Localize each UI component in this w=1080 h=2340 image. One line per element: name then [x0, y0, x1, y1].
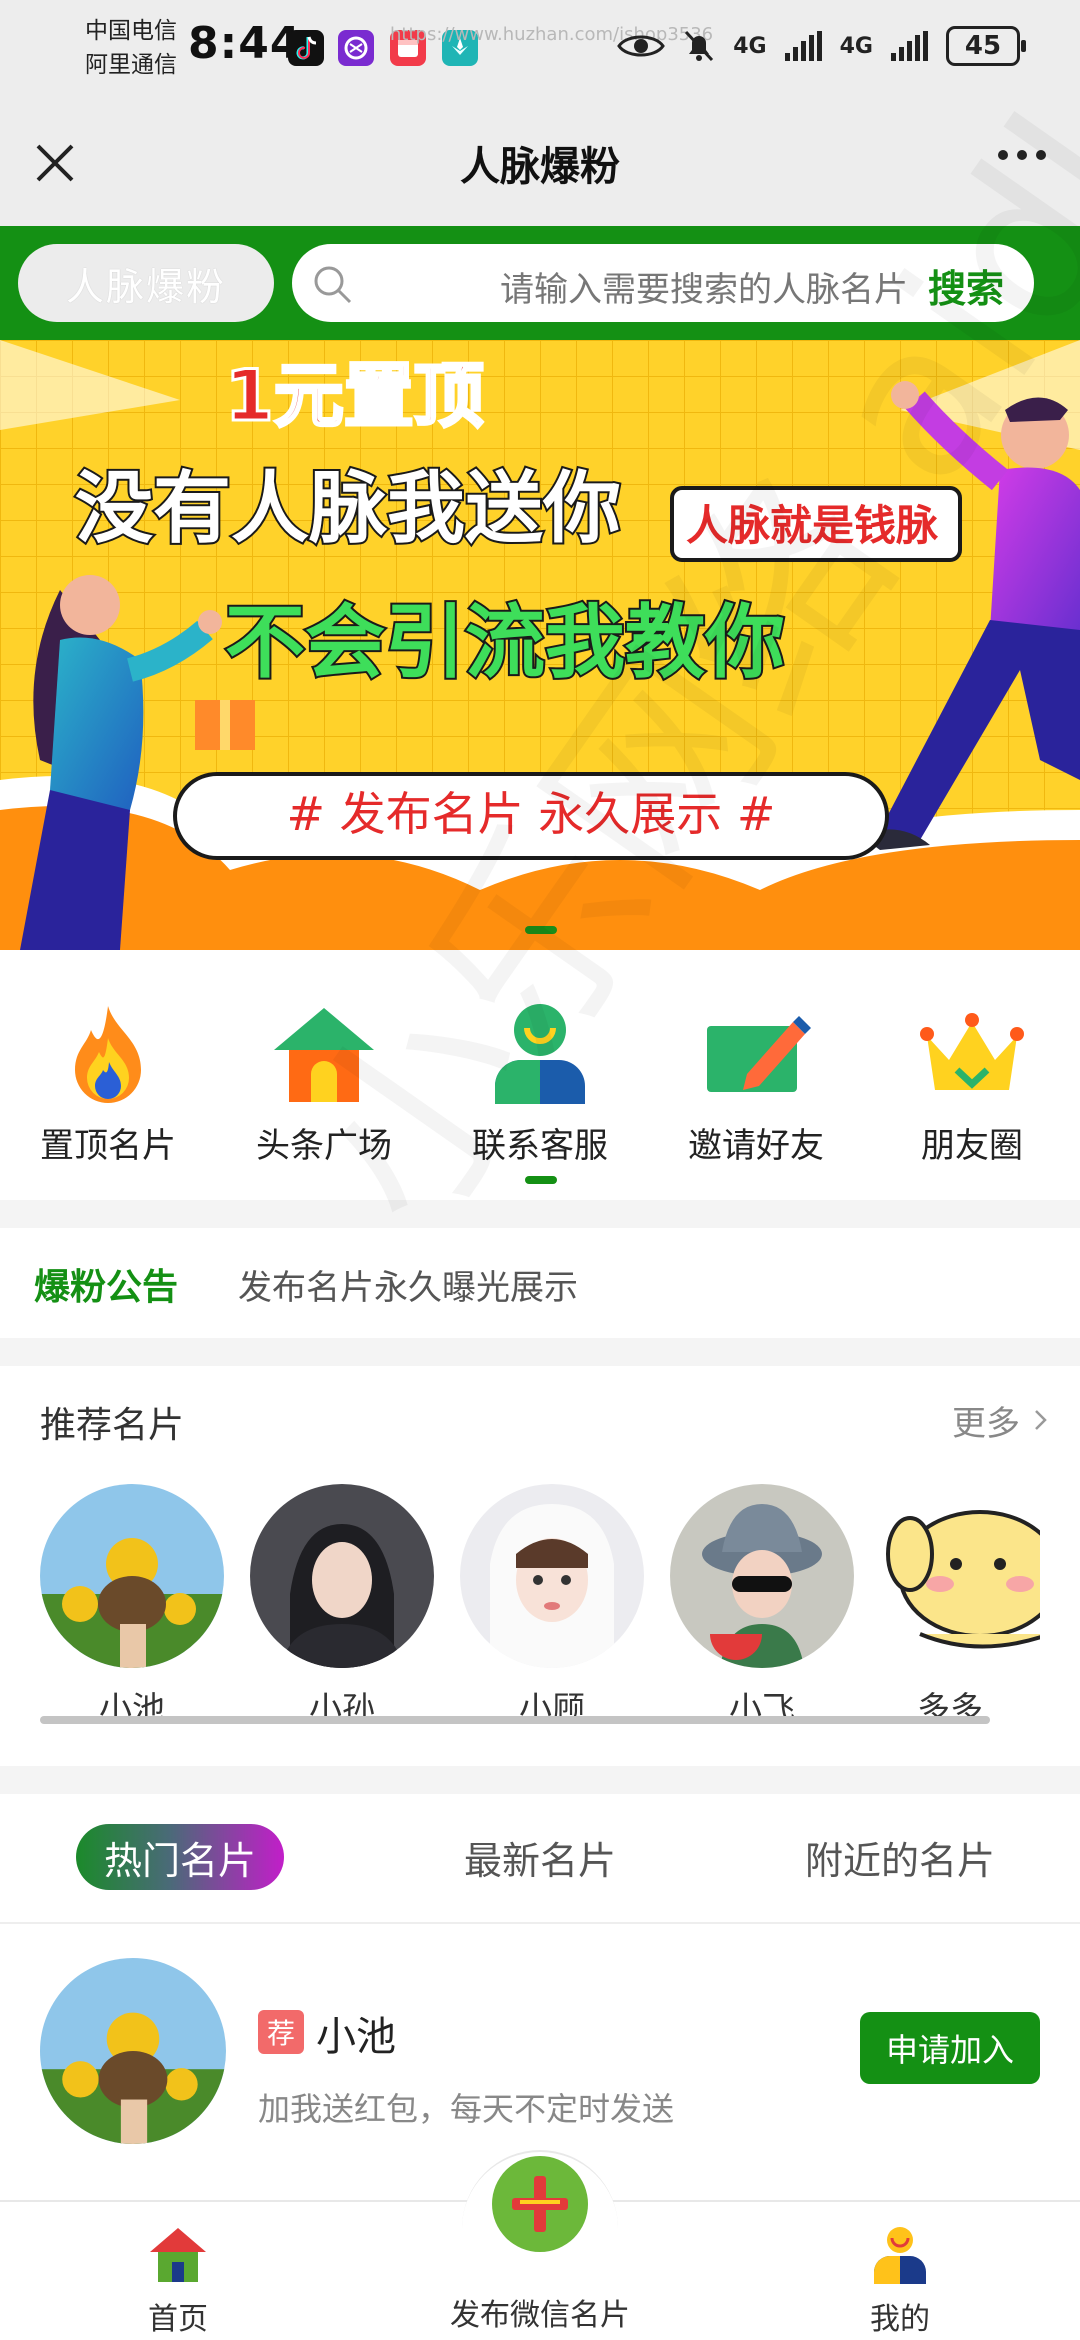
- status-icons: 4G 4G 45: [617, 26, 1026, 66]
- avatar: [880, 1484, 1040, 1668]
- service-icon: [495, 1004, 585, 1104]
- recommended-cards: 推荐名片 更多 小池 小孙 小顾 小飞 多多: [0, 1366, 1080, 1766]
- quick-label: 朋友圈: [921, 1126, 1023, 1166]
- eye-icon: [617, 35, 666, 57]
- banner-line-2: 不会引流我教你: [225, 596, 785, 689]
- quick-menu: 置顶名片 头条广场 联系客服 邀请好友 朋友圈: [0, 950, 1080, 1200]
- nav-bar: 人脉爆粉: [0, 100, 1080, 226]
- nav-publish-label[interactable]: 发布微信名片: [430, 2290, 650, 2334]
- chevron-right-icon[interactable]: [1028, 1408, 1052, 1432]
- recommended-card[interactable]: 小顾: [460, 1484, 644, 1730]
- more-icon[interactable]: [998, 150, 1046, 160]
- search-input[interactable]: 请输入需要搜索的人脉名片 搜索: [292, 244, 1034, 322]
- apply-join-button[interactable]: 申请加入: [860, 2012, 1040, 2084]
- banner-tag: 1元置顶: [225, 355, 484, 437]
- recommended-card[interactable]: 多多: [880, 1484, 1040, 1730]
- avatar: [670, 1484, 854, 1668]
- carrier-2: 阿里通信: [85, 52, 177, 78]
- quick-label: 置顶名片: [40, 1126, 176, 1166]
- user-icon: [874, 2227, 926, 2284]
- promo-banner[interactable]: 1元置顶 没有人脉我送你 人脉就是钱脉 不会引流我教你 # 发布名片 永久展示 …: [0, 340, 1080, 950]
- battery-indicator: 45: [946, 26, 1026, 66]
- page-title: 人脉爆粉: [460, 144, 620, 190]
- mute-bell-icon: [685, 30, 714, 62]
- banner-slogan: # 发布名片 永久展示 #: [287, 787, 776, 841]
- business-card-item[interactable]: 荐 小池 加我送红包，每天不定时发送 申请加入: [0, 1924, 1080, 2144]
- banner-line-1: 没有人脉我送你: [75, 464, 621, 554]
- recommended-card[interactable]: 小池: [40, 1484, 224, 1730]
- search-icon: [314, 266, 352, 304]
- tab-latest[interactable]: 最新名片: [440, 1824, 640, 1890]
- avatar: [40, 1958, 226, 2144]
- banner-badge: 人脉就是钱脉: [686, 501, 939, 550]
- clock: 8:44: [188, 18, 302, 69]
- section-divider: [0, 1338, 1080, 1366]
- quick-label: 头条广场: [256, 1126, 392, 1166]
- section-divider: [0, 1200, 1080, 1228]
- publish-button[interactable]: [492, 2156, 588, 2252]
- quick-item-invite[interactable]: 邀请好友: [656, 1000, 856, 1167]
- page: 中国电信 阿里通信 8:44 https://www.huzhan.com/is…: [0, 0, 1080, 2340]
- card-name: 小池: [316, 2014, 396, 2060]
- avatar: [460, 1484, 644, 1668]
- signal-2-icon: [891, 31, 928, 61]
- card-description: 加我送红包，每天不定时发送: [258, 2090, 675, 2128]
- brand-pill: 人脉爆粉: [18, 244, 274, 322]
- nav-home[interactable]: 首页: [78, 2222, 278, 2338]
- avatar: [40, 1484, 224, 1668]
- banner-illustration: 1元置顶 没有人脉我送你 人脉就是钱脉 不会引流我教你 # 发布名片 永久展示 …: [0, 340, 1080, 950]
- status-bar: 中国电信 阿里通信 8:44 https://www.huzhan.com/is…: [0, 0, 1080, 100]
- recommend-badge: 荐: [258, 2010, 304, 2054]
- nav-mine-label: 我的: [870, 2302, 930, 2337]
- more-link[interactable]: 更多: [952, 1396, 1020, 1445]
- network-2: 4G: [839, 33, 873, 59]
- quick-item-service[interactable]: 联系客服: [440, 1000, 640, 1167]
- carrier-info: 中国电信 阿里通信: [85, 14, 177, 82]
- search-button[interactable]: 搜索: [928, 258, 1004, 313]
- banner-pager-dot: [525, 926, 557, 934]
- quick-menu-indicator: [525, 1176, 557, 1184]
- avatar: [250, 1484, 434, 1668]
- announcement-bar[interactable]: 爆粉公告 发布名片永久曝光展示: [0, 1228, 1080, 1338]
- invite-icon: [707, 1016, 811, 1092]
- card-tabs: 热门名片 最新名片 附近的名片: [0, 1794, 1080, 1924]
- signal-1-icon: [784, 31, 822, 61]
- tab-hot[interactable]: 热门名片: [76, 1824, 284, 1890]
- announcement-text: 发布名片永久曝光展示: [238, 1268, 578, 1308]
- house-icon: [274, 1008, 374, 1102]
- crown-icon: [920, 1013, 1024, 1090]
- tab-nearby[interactable]: 附近的名片: [790, 1824, 1010, 1890]
- announcement-tag: 爆粉公告: [34, 1267, 179, 1308]
- quick-label: 邀请好友: [688, 1126, 824, 1166]
- recommended-card[interactable]: 小飞: [670, 1484, 854, 1730]
- section-title: 推荐名片: [40, 1405, 185, 1446]
- nav-mine[interactable]: 我的: [800, 2222, 1000, 2338]
- quick-item-moments[interactable]: 朋友圈: [872, 1000, 1072, 1167]
- network-1: 4G: [733, 33, 767, 59]
- horizontal-scrollbar[interactable]: [40, 1716, 990, 1724]
- carrier-1: 中国电信: [85, 18, 177, 44]
- section-divider: [0, 1766, 1080, 1794]
- quick-label: 联系客服: [472, 1126, 608, 1166]
- quick-item-top-card[interactable]: 置顶名片: [8, 1000, 208, 1167]
- home-icon: [150, 2228, 206, 2282]
- search-placeholder: 请输入需要搜索的人脉名片: [500, 270, 908, 310]
- search-bar: 人脉爆粉 请输入需要搜索的人脉名片 搜索: [0, 226, 1080, 340]
- fire-icon: [75, 1006, 141, 1103]
- nav-home-label: 首页: [148, 2302, 208, 2337]
- plus-icon: [512, 2176, 568, 2232]
- app-purple-icon: [338, 30, 374, 66]
- recommended-card[interactable]: 小孙: [250, 1484, 434, 1730]
- tiktok-icon: [288, 30, 324, 66]
- quick-item-headline[interactable]: 头条广场: [224, 1000, 424, 1167]
